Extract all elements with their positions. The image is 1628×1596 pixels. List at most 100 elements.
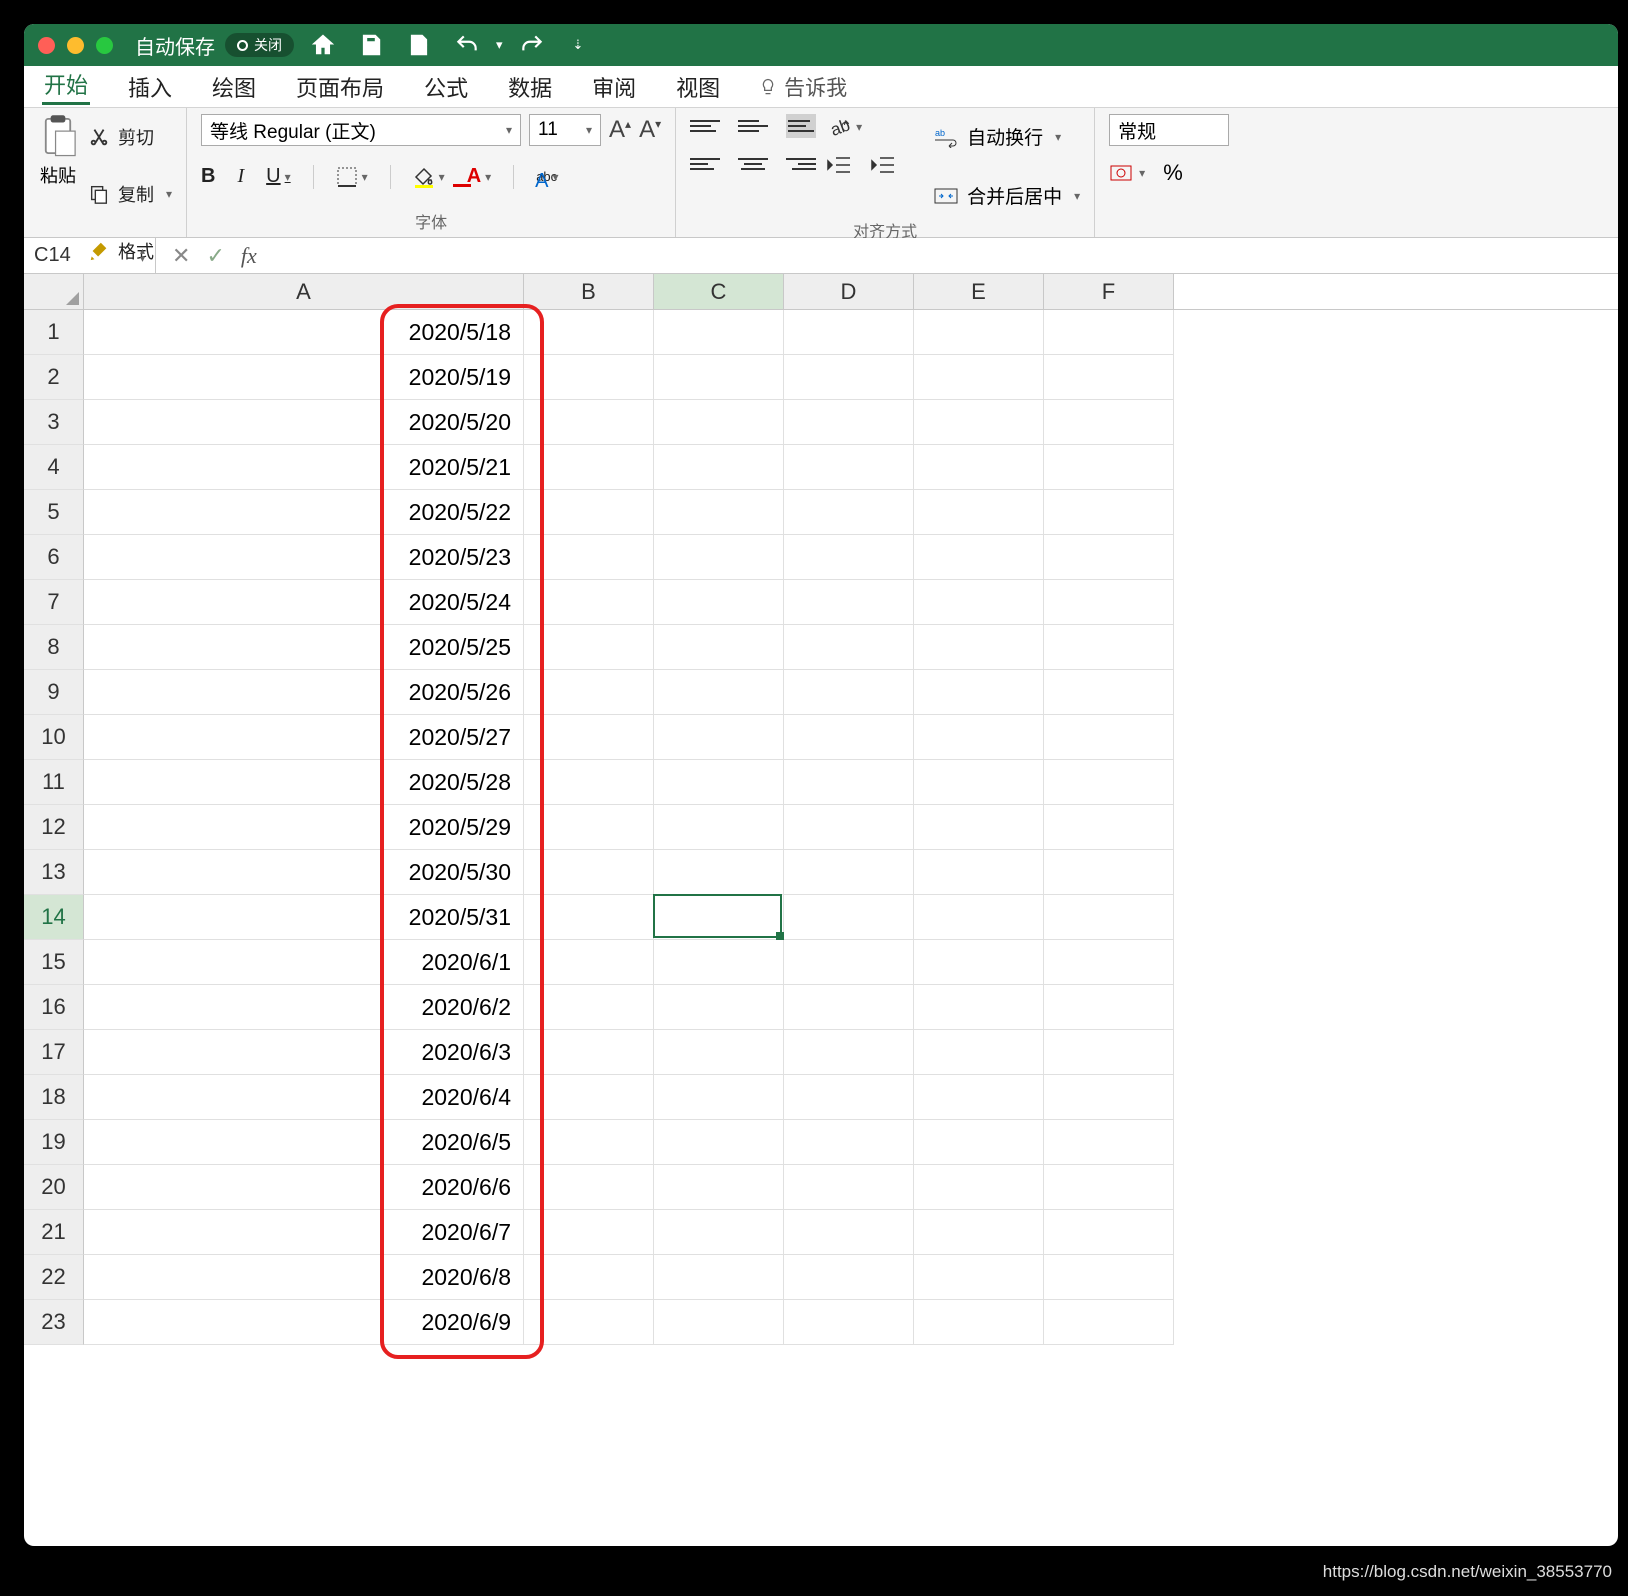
cell-A18[interactable]: 2020/6/4 xyxy=(84,1075,524,1120)
cell-A3[interactable]: 2020/5/20 xyxy=(84,400,524,445)
row-header-13[interactable]: 13 xyxy=(24,850,84,895)
cell-F16[interactable] xyxy=(1044,985,1174,1030)
cell-D1[interactable] xyxy=(784,310,914,355)
cell-F20[interactable] xyxy=(1044,1165,1174,1210)
cell-B17[interactable] xyxy=(524,1030,654,1075)
cell-C20[interactable] xyxy=(654,1165,784,1210)
cell-A1[interactable]: 2020/5/18 xyxy=(84,310,524,355)
cell-D22[interactable] xyxy=(784,1255,914,1300)
cell-D19[interactable] xyxy=(784,1120,914,1165)
cell-B4[interactable] xyxy=(524,445,654,490)
cell-A7[interactable]: 2020/5/24 xyxy=(84,580,524,625)
cell-A20[interactable]: 2020/6/6 xyxy=(84,1165,524,1210)
cell-D16[interactable] xyxy=(784,985,914,1030)
cell-C5[interactable] xyxy=(654,490,784,535)
font-size-select[interactable]: 11▾ xyxy=(529,114,601,146)
cell-F3[interactable] xyxy=(1044,400,1174,445)
cell-D2[interactable] xyxy=(784,355,914,400)
cell-E18[interactable] xyxy=(914,1075,1044,1120)
orientation-button[interactable]: ab xyxy=(826,114,862,140)
cell-C12[interactable] xyxy=(654,805,784,850)
cell-B21[interactable] xyxy=(524,1210,654,1255)
row-header-11[interactable]: 11 xyxy=(24,760,84,805)
cell-D14[interactable] xyxy=(784,895,914,940)
cell-B6[interactable] xyxy=(524,535,654,580)
cell-F13[interactable] xyxy=(1044,850,1174,895)
cell-E1[interactable] xyxy=(914,310,1044,355)
formula-input[interactable] xyxy=(273,238,1618,273)
row-header-18[interactable]: 18 xyxy=(24,1075,84,1120)
cell-A9[interactable]: 2020/5/26 xyxy=(84,670,524,715)
cell-D13[interactable] xyxy=(784,850,914,895)
align-left-button[interactable] xyxy=(690,152,720,176)
cell-D7[interactable] xyxy=(784,580,914,625)
align-middle-button[interactable] xyxy=(738,114,768,138)
cell-E7[interactable] xyxy=(914,580,1044,625)
row-header-23[interactable]: 23 xyxy=(24,1300,84,1345)
cell-D5[interactable] xyxy=(784,490,914,535)
row-header-15[interactable]: 15 xyxy=(24,940,84,985)
tab-home[interactable]: 开始 xyxy=(42,68,90,105)
cell-F23[interactable] xyxy=(1044,1300,1174,1345)
home-button[interactable] xyxy=(310,32,336,58)
cell-D23[interactable] xyxy=(784,1300,914,1345)
copy-button[interactable]: 复制 xyxy=(88,171,172,216)
row-header-21[interactable]: 21 xyxy=(24,1210,84,1255)
tab-view[interactable]: 视图 xyxy=(674,71,722,103)
align-center-button[interactable] xyxy=(738,152,768,176)
select-all-corner[interactable] xyxy=(24,274,84,309)
cell-B10[interactable] xyxy=(524,715,654,760)
number-format-select[interactable]: 常规 xyxy=(1109,114,1229,146)
tab-draw[interactable]: 绘图 xyxy=(210,71,258,103)
cell-D8[interactable] xyxy=(784,625,914,670)
row-header-8[interactable]: 8 xyxy=(24,625,84,670)
cell-F11[interactable] xyxy=(1044,760,1174,805)
tab-formula[interactable]: 公式 xyxy=(422,71,470,103)
cell-F21[interactable] xyxy=(1044,1210,1174,1255)
decrease-indent-button[interactable] xyxy=(826,154,852,176)
cell-C22[interactable] xyxy=(654,1255,784,1300)
currency-button[interactable] xyxy=(1109,162,1145,184)
cell-B13[interactable] xyxy=(524,850,654,895)
align-top-button[interactable] xyxy=(690,114,720,138)
row-header-4[interactable]: 4 xyxy=(24,445,84,490)
maximize-window-button[interactable] xyxy=(96,37,113,54)
border-button[interactable] xyxy=(336,166,368,188)
cell-B3[interactable] xyxy=(524,400,654,445)
tab-layout[interactable]: 页面布局 xyxy=(294,71,386,103)
cell-D21[interactable] xyxy=(784,1210,914,1255)
row-header-10[interactable]: 10 xyxy=(24,715,84,760)
cell-F7[interactable] xyxy=(1044,580,1174,625)
cell-B8[interactable] xyxy=(524,625,654,670)
cell-B7[interactable] xyxy=(524,580,654,625)
spreadsheet-grid[interactable]: ABCDEF 12020/5/1822020/5/1932020/5/20420… xyxy=(24,274,1618,1345)
cell-C14[interactable] xyxy=(654,895,784,940)
cell-B20[interactable] xyxy=(524,1165,654,1210)
cell-D4[interactable] xyxy=(784,445,914,490)
cell-E15[interactable] xyxy=(914,940,1044,985)
cell-F22[interactable] xyxy=(1044,1255,1174,1300)
column-header-D[interactable]: D xyxy=(784,274,914,309)
autosave-toggle[interactable]: 关闭 xyxy=(225,33,294,57)
cell-A21[interactable]: 2020/6/7 xyxy=(84,1210,524,1255)
tab-insert[interactable]: 插入 xyxy=(126,71,174,103)
cell-E2[interactable] xyxy=(914,355,1044,400)
undo-dropdown[interactable]: ▾ xyxy=(496,37,503,53)
row-header-5[interactable]: 5 xyxy=(24,490,84,535)
save-button[interactable] xyxy=(358,32,384,58)
cell-F10[interactable] xyxy=(1044,715,1174,760)
edit-button[interactable] xyxy=(406,32,432,58)
cell-E11[interactable] xyxy=(914,760,1044,805)
cell-F4[interactable] xyxy=(1044,445,1174,490)
cell-F19[interactable] xyxy=(1044,1120,1174,1165)
cell-A11[interactable]: 2020/5/28 xyxy=(84,760,524,805)
cell-E14[interactable] xyxy=(914,895,1044,940)
cell-A4[interactable]: 2020/5/21 xyxy=(84,445,524,490)
column-header-E[interactable]: E xyxy=(914,274,1044,309)
cell-C13[interactable] xyxy=(654,850,784,895)
cell-D10[interactable] xyxy=(784,715,914,760)
cell-C10[interactable] xyxy=(654,715,784,760)
cell-A19[interactable]: 2020/6/5 xyxy=(84,1120,524,1165)
cell-F17[interactable] xyxy=(1044,1030,1174,1075)
cell-D3[interactable] xyxy=(784,400,914,445)
